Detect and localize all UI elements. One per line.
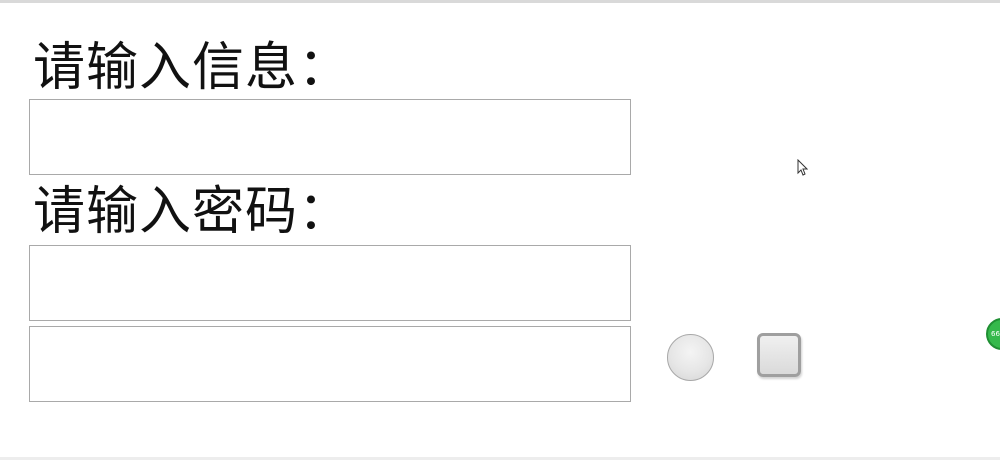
checkbox[interactable]	[757, 333, 801, 377]
password-input[interactable]	[29, 245, 631, 321]
top-divider	[0, 0, 1000, 3]
corner-badge[interactable]: 66	[986, 318, 1000, 350]
mouse-pointer-icon	[797, 159, 808, 176]
info-label: 请输入信息：	[33, 38, 352, 98]
third-input[interactable]	[29, 326, 631, 402]
radio-button[interactable]	[667, 334, 714, 381]
password-label: 请输入密码：	[33, 182, 352, 242]
info-input[interactable]	[29, 99, 631, 175]
